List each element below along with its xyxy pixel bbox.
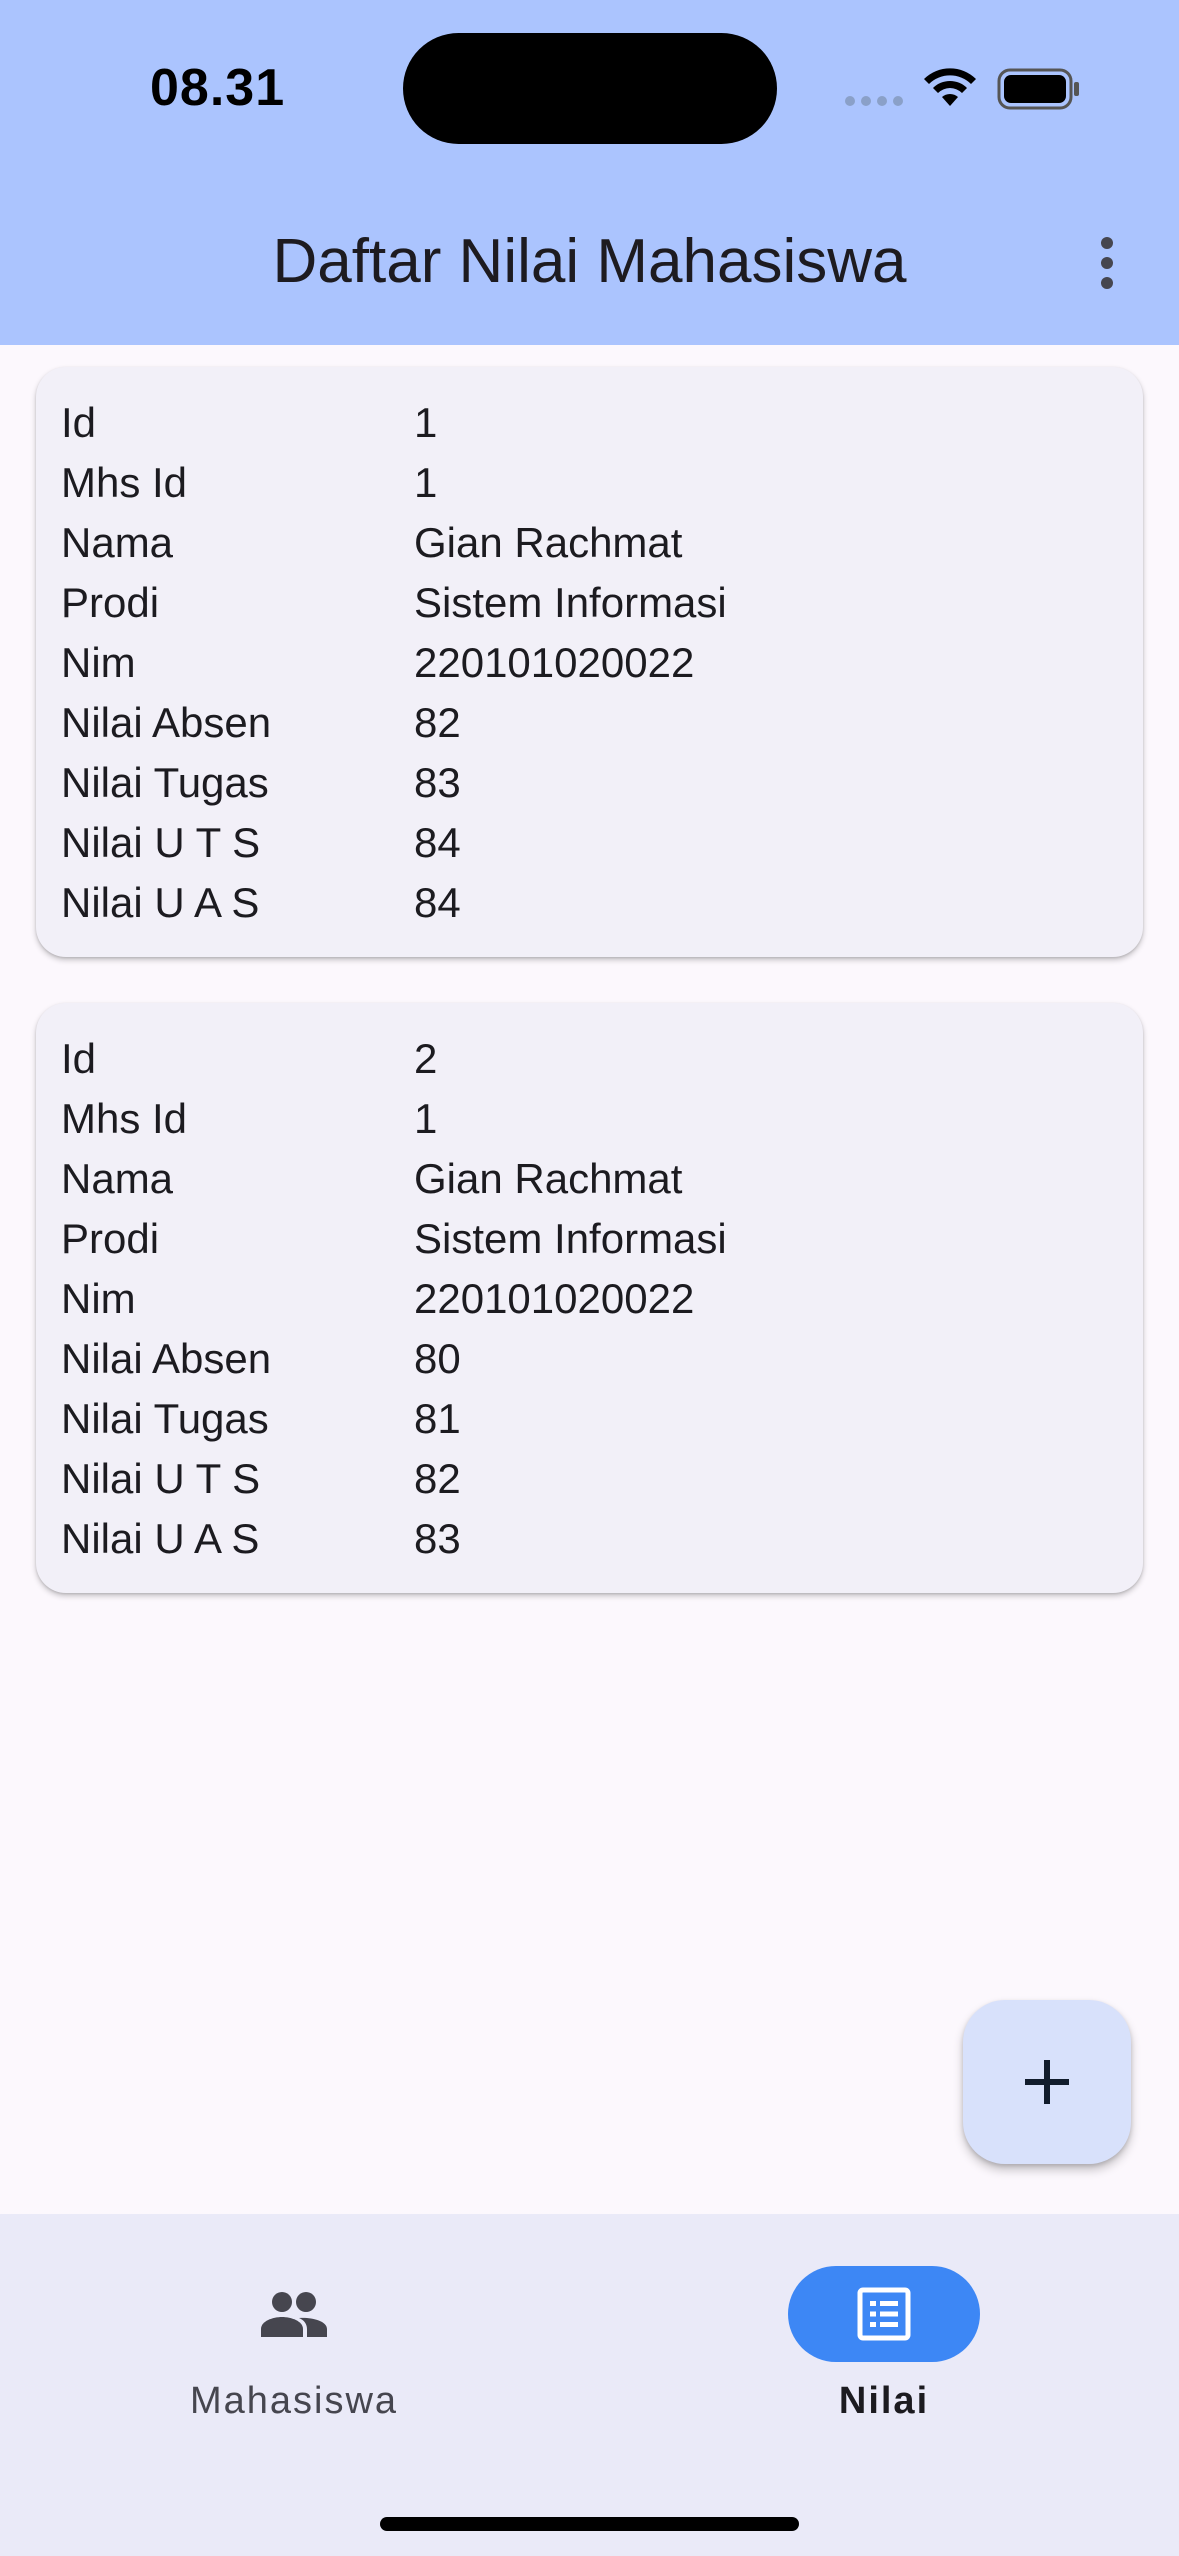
- field-value: 83: [414, 1515, 461, 1562]
- field-label: Nilai Tugas: [61, 1395, 269, 1442]
- field-row-mhs-id: Mhs Id 1: [61, 453, 1061, 513]
- field-label: Nilai Absen: [61, 1335, 272, 1382]
- field-row-nim: Nim 220101020022: [61, 1269, 1061, 1329]
- field-row-prodi: Prodi Sistem Informasi: [61, 573, 1061, 633]
- nav-label: Nilai: [838, 2380, 930, 2422]
- nilai-card[interactable]: Id 1 Mhs Id 1 Nama Gian Rachmat Prodi Si…: [36, 367, 1143, 957]
- field-row-nilai-tugas: Nilai Tugas 83: [61, 753, 1061, 813]
- field-label: Mhs Id: [61, 1095, 188, 1142]
- field-value: Sistem Informasi: [414, 1215, 727, 1262]
- signal-icon: [845, 96, 903, 106]
- nav-item-nilai[interactable]: Nilai: [684, 2256, 1084, 2422]
- field-row-mhs-id: Mhs Id 1: [61, 1089, 1061, 1149]
- add-nilai-button[interactable]: [963, 2000, 1131, 2164]
- app-bar: 08.31 Daftar Nilai Mahasiswa: [0, 0, 1179, 345]
- bottom-navigation: Mahasiswa Nilai: [0, 2214, 1179, 2556]
- field-row-nilai-absen: Nilai Absen 82: [61, 693, 1061, 753]
- field-value: 82: [414, 699, 461, 746]
- field-label: Nilai U T S: [61, 1455, 261, 1502]
- field-value: Gian Rachmat: [414, 1155, 683, 1202]
- field-label: Mhs Id: [61, 459, 188, 506]
- dynamic-island: [403, 33, 777, 144]
- field-label: Id: [61, 399, 97, 446]
- field-value: Sistem Informasi: [414, 579, 727, 626]
- field-value: 2: [414, 1035, 438, 1082]
- field-value: 1: [414, 399, 438, 446]
- field-row-id: Id 1: [61, 393, 1061, 453]
- field-row-nama: Nama Gian Rachmat: [61, 1149, 1061, 1209]
- nilai-card[interactable]: Id 2 Mhs Id 1 Nama Gian Rachmat Prodi Si…: [36, 1003, 1143, 1593]
- field-value: 1: [414, 1095, 438, 1142]
- field-value: 84: [414, 879, 461, 926]
- page-title: Daftar Nilai Mahasiswa: [272, 227, 907, 296]
- field-label: Nim: [61, 1275, 136, 1322]
- field-row-nilai-uas: Nilai U A S 84: [61, 873, 1061, 933]
- status-time: 08.31: [150, 59, 286, 117]
- field-value: 83: [414, 759, 461, 806]
- field-value: 80: [414, 1335, 461, 1382]
- field-value: 84: [414, 819, 461, 866]
- field-label: Nilai U T S: [61, 819, 261, 866]
- field-value: 81: [414, 1395, 461, 1442]
- field-value: Gian Rachmat: [414, 519, 683, 566]
- home-indicator[interactable]: [380, 2517, 799, 2531]
- people-icon: [261, 2292, 327, 2337]
- field-row-nim: Nim 220101020022: [61, 633, 1061, 693]
- nav-label: Mahasiswa: [189, 2380, 399, 2422]
- field-row-nilai-absen: Nilai Absen 80: [61, 1329, 1061, 1389]
- field-row-nilai-tugas: Nilai Tugas 81: [61, 1389, 1061, 1449]
- field-label: Nilai Tugas: [61, 759, 269, 806]
- field-label: Prodi: [61, 579, 160, 626]
- wifi-icon: [924, 68, 976, 106]
- field-value: 220101020022: [414, 639, 695, 686]
- nav-active-indicator: [788, 2266, 980, 2362]
- field-label: Id: [61, 1035, 97, 1082]
- field-row-prodi: Prodi Sistem Informasi: [61, 1209, 1061, 1269]
- field-value: 1: [414, 459, 438, 506]
- plus-icon: [1025, 2060, 1069, 2104]
- field-label: Nilai U A S: [61, 879, 260, 926]
- field-value: 220101020022: [414, 1275, 695, 1322]
- field-row-nama: Nama Gian Rachmat: [61, 513, 1061, 573]
- field-row-nilai-uas: Nilai U A S 83: [61, 1509, 1061, 1569]
- field-value: 82: [414, 1455, 461, 1502]
- list-alt-icon: [857, 2287, 911, 2341]
- battery-icon: [997, 68, 1079, 110]
- nav-item-mahasiswa[interactable]: Mahasiswa: [94, 2256, 494, 2422]
- field-row-id: Id 2: [61, 1029, 1061, 1089]
- field-label: Nilai Absen: [61, 699, 272, 746]
- field-label: Nama: [61, 1155, 174, 1202]
- field-label: Nim: [61, 639, 136, 686]
- field-row-nilai-uts: Nilai U T S 84: [61, 813, 1061, 873]
- more-options-button[interactable]: [1082, 228, 1132, 298]
- more-vert-icon: [1101, 237, 1113, 249]
- field-label: Nilai U A S: [61, 1515, 260, 1562]
- field-label: Prodi: [61, 1215, 160, 1262]
- field-label: Nama: [61, 519, 174, 566]
- field-row-nilai-uts: Nilai U T S 82: [61, 1449, 1061, 1509]
